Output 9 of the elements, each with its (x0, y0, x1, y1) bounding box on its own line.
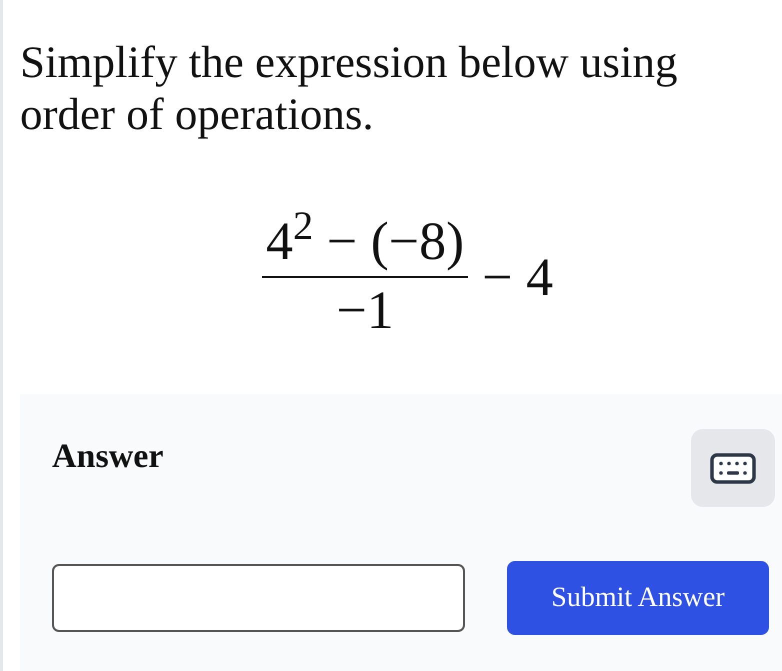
keyboard-icon (710, 452, 756, 484)
answer-heading: Answer (52, 437, 164, 477)
submit-button[interactable]: Submit Answer (507, 561, 769, 635)
fraction-denominator: −1 (336, 282, 394, 338)
fraction-numerator: 4$^{2}$ − (−8) (265, 212, 466, 270)
math-term: − 4 (482, 249, 554, 305)
question-text: Simplify the expression below using order of operations. (20, 36, 678, 140)
keyboard-button[interactable] (691, 429, 775, 507)
answer-field[interactable] (52, 564, 465, 632)
